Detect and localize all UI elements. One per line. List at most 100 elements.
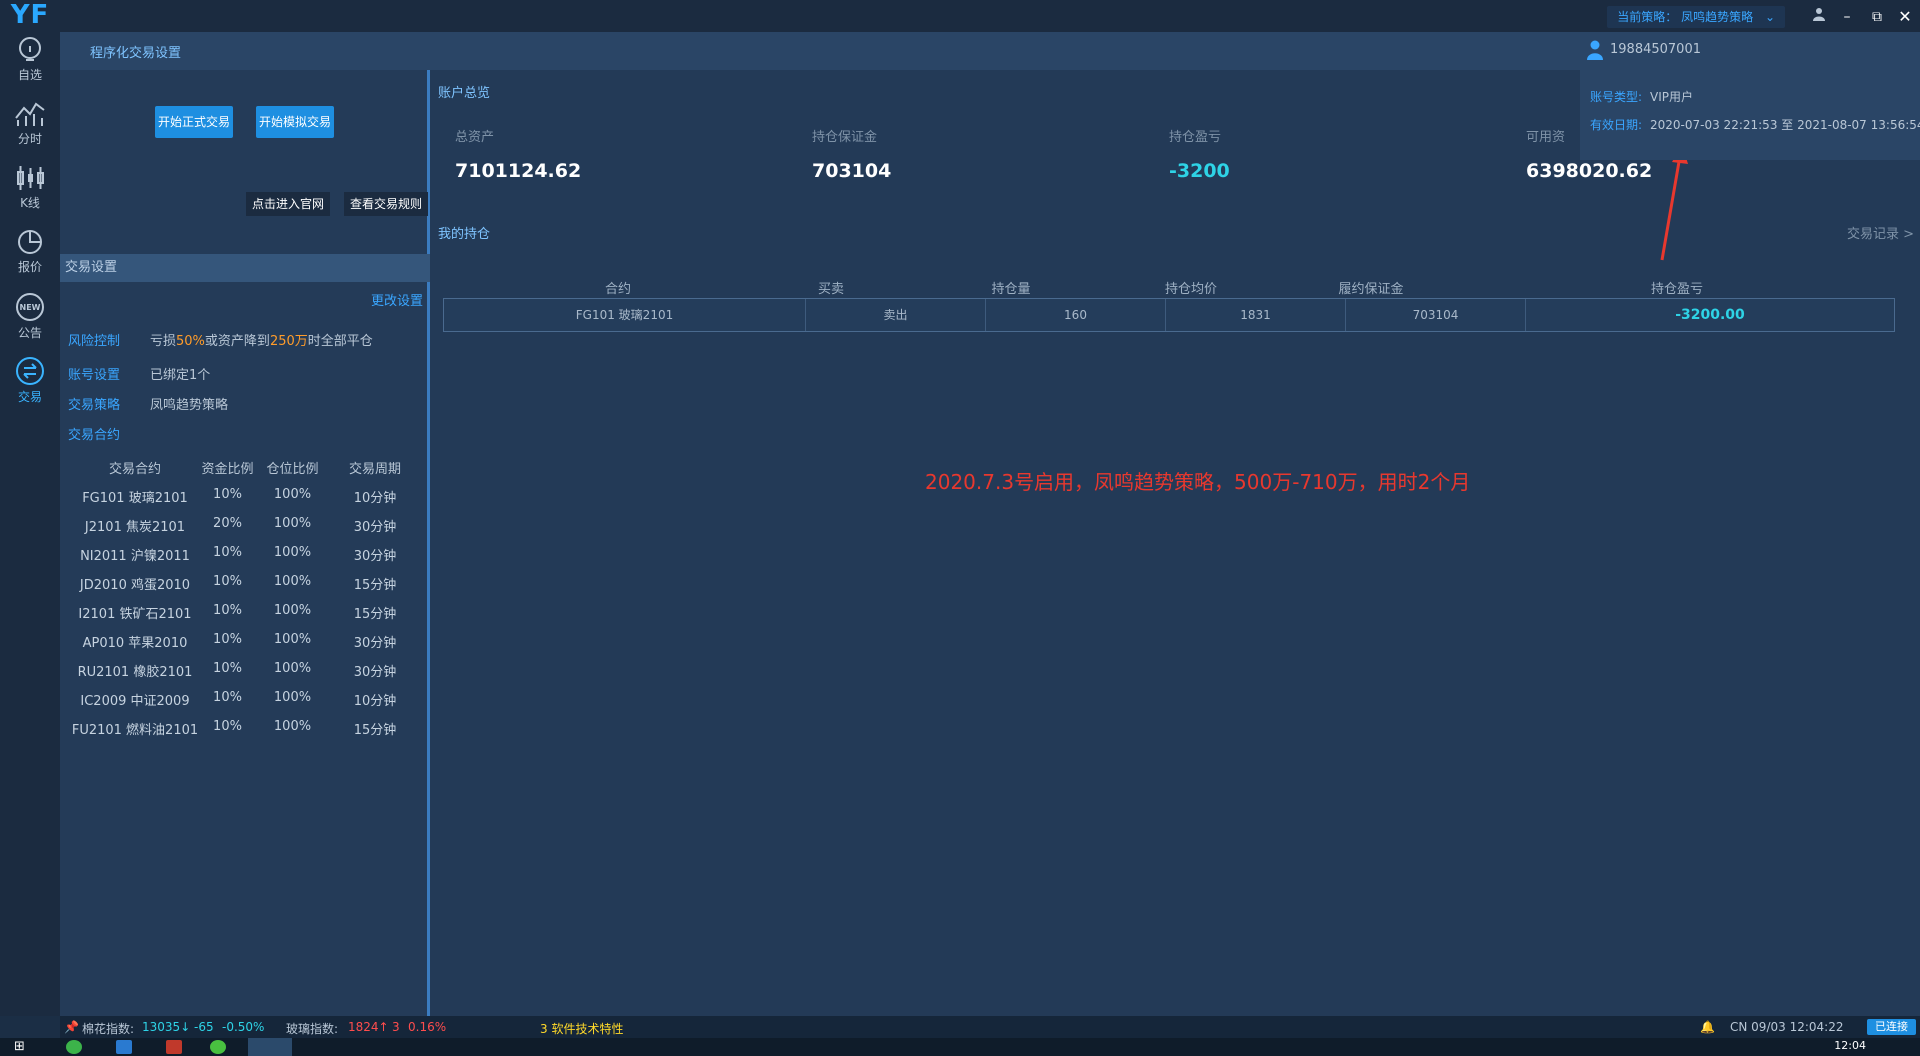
- risk-control-value: 亏损50%或资产降到250万时全部平仓: [150, 334, 373, 349]
- table-row: J2101 焦炭2101 20% 100% 30分钟: [70, 510, 420, 539]
- contract-cell: 100%: [273, 661, 312, 676]
- app-icon[interactable]: [166, 1040, 182, 1054]
- annotation-text: 2020.7.3号启用，凤鸣趋势策略，500万-710万，用时2个月: [925, 470, 1471, 494]
- pnl-value: -3200: [1169, 160, 1230, 182]
- window-title: 程序化交易设置: [90, 46, 182, 61]
- active-app-icon[interactable]: [248, 1038, 292, 1056]
- risk-control-label: 风险控制: [68, 334, 121, 349]
- account-panel: 账户总览 总资产 7101124.62 持仓保证金 703104 持仓盈亏 -3…: [433, 70, 1920, 1016]
- contract-cell: AP010 苹果2010: [82, 636, 188, 651]
- table-row[interactable]: FG101 玻璃2101 卖出 160 1831 703104 -3200.00: [443, 298, 1895, 332]
- bulb-icon: [19, 37, 41, 61]
- contract-cell: FU2101 燃料油2101: [71, 723, 199, 738]
- nav-label: K线: [20, 196, 40, 210]
- contract-cell: 10%: [213, 690, 242, 705]
- contract-cell: 100%: [273, 545, 312, 560]
- contract-cell: J2101 焦炭2101: [84, 520, 186, 535]
- valid-date-value: 2020-07-03 22:21:53 至 2021-08-07 13:56:5…: [1650, 118, 1920, 132]
- available-value: 6398020.62: [1526, 160, 1653, 182]
- candlestick-icon: [17, 166, 44, 190]
- nav-label: 报价: [17, 260, 42, 274]
- nav-label: 分时: [17, 132, 42, 146]
- status-bar: 📌 棉花指数: 13035↓ -65 -0.50% 玻璃指数: 1824↑ 3 …: [60, 1016, 1920, 1038]
- cotton-index-label: 棉花指数:: [82, 1022, 135, 1036]
- settings-panel: 开始正式交易 开始模拟交易 点击进入官网 查看交易规则 交易设置 更改设置 风险…: [60, 70, 430, 1016]
- table-row: IC2009 中证2009 10% 100% 10分钟: [70, 684, 420, 713]
- current-strategy-selector[interactable]: 当前策略： 凤鸣趋势策略 ⌄: [1607, 6, 1785, 28]
- contract-cell: 30分钟: [353, 520, 397, 535]
- restore-icon[interactable]: ⧉: [1866, 6, 1888, 28]
- nav-label: 公告: [17, 326, 42, 340]
- trade-rules-button[interactable]: 查看交易规则: [344, 192, 428, 216]
- nav-item-trade[interactable]: 交易: [0, 352, 60, 414]
- close-icon[interactable]: ✕: [1894, 6, 1916, 28]
- ticker-text: 3 软件技术特性: [540, 1022, 624, 1036]
- table-row: FU2101 燃料油2101 10% 100% 15分钟: [70, 713, 420, 742]
- account-settings-value: 已绑定1个: [150, 368, 211, 383]
- overview-title: 账户总览: [438, 86, 491, 101]
- contract-cell: 10%: [213, 603, 242, 618]
- glass-index-label: 玻璃指数:: [286, 1022, 339, 1036]
- nav-item-quotes[interactable]: 报价: [0, 224, 60, 286]
- nav-label: 交易: [17, 390, 42, 404]
- app-icon[interactable]: [116, 1040, 132, 1054]
- left-nav: YF 自选 分时 K线 报价 NEW 公告 交易: [0, 0, 60, 1016]
- contract-cell: 100%: [273, 487, 312, 502]
- datetime: CN 09/03 12:04:22: [1730, 1020, 1844, 1034]
- trade-contracts-label: 交易合约: [68, 428, 121, 443]
- minimize-icon[interactable]: –: [1836, 6, 1858, 28]
- contract-cell: IC2009 中证2009: [80, 694, 190, 709]
- contract-cell: 20%: [213, 516, 242, 531]
- contract-cell: NI2011 沪镍2011: [80, 549, 190, 564]
- user-icon: [1587, 40, 1603, 60]
- glass-index-pct: 0.16%: [408, 1020, 447, 1034]
- account-settings-label: 账号设置: [68, 368, 121, 383]
- bell-icon[interactable]: 🔔: [1700, 1020, 1715, 1034]
- contract-cell: 100%: [273, 632, 312, 647]
- table-row: JD2010 鸡蛋2010 10% 100% 15分钟: [70, 568, 420, 597]
- margin-cell: 703104: [1346, 299, 1526, 331]
- svg-text:NEW: NEW: [20, 303, 41, 312]
- strategy-label: 当前策略：: [1617, 10, 1678, 24]
- contract-cell: 100%: [273, 574, 312, 589]
- start-sim-trade-button[interactable]: 开始模拟交易: [256, 106, 334, 138]
- start-real-trade-button[interactable]: 开始正式交易: [155, 106, 233, 138]
- account-type-value: VIP用户: [1650, 90, 1693, 104]
- col-header: 持仓均价: [1164, 282, 1217, 297]
- exchange-icon: [16, 357, 44, 385]
- pnl-label: 持仓盈亏: [1169, 130, 1222, 145]
- taskbar-clock: 12:04: [1834, 1039, 1866, 1052]
- glass-index-value: 1824↑: [348, 1020, 389, 1034]
- pnl-cell: -3200.00: [1675, 307, 1745, 323]
- contract-cell: 30分钟: [353, 665, 397, 680]
- col-header: 履约保证金: [1338, 282, 1404, 297]
- contract-cell: 10%: [213, 487, 242, 502]
- contract-cell: I2101 铁矿石2101: [78, 607, 192, 622]
- user-icon[interactable]: [1808, 6, 1830, 28]
- col-header: 仓位比例: [266, 462, 319, 477]
- contract-cell: 30分钟: [353, 636, 397, 651]
- connection-status-badge: 已连接: [1867, 1019, 1916, 1035]
- official-site-button[interactable]: 点击进入官网: [246, 192, 330, 216]
- margin-value: 703104: [812, 160, 892, 182]
- contract-cell: 10%: [213, 545, 242, 560]
- contract-cell: FG101 玻璃2101: [82, 491, 188, 506]
- col-header: 交易合约: [108, 462, 161, 477]
- available-label: 可用资: [1526, 130, 1566, 145]
- trade-records-link[interactable]: 交易记录 >: [1847, 223, 1914, 242]
- contract-cell: 15分钟: [353, 607, 397, 622]
- app-icon[interactable]: [66, 1040, 82, 1054]
- table-row: RU2101 橡胶2101 10% 100% 30分钟: [70, 655, 420, 684]
- nav-item-kline[interactable]: K线: [0, 160, 60, 222]
- app-icon[interactable]: [210, 1040, 226, 1054]
- nav-item-watchlist[interactable]: 自选: [0, 32, 60, 94]
- windows-start-icon[interactable]: ⊞: [14, 1039, 25, 1054]
- change-settings-link[interactable]: 更改设置: [371, 290, 423, 309]
- col-header: 资金比例: [201, 462, 254, 477]
- contract-cell: 100%: [273, 603, 312, 618]
- trade-strategy-value: 凤鸣趋势策略: [150, 398, 229, 413]
- nav-item-notice[interactable]: NEW 公告: [0, 288, 60, 350]
- col-header: 持仓量: [991, 282, 1031, 297]
- nav-item-intraday[interactable]: 分时: [0, 96, 60, 158]
- strategy-value: 凤鸣趋势策略: [1681, 10, 1754, 24]
